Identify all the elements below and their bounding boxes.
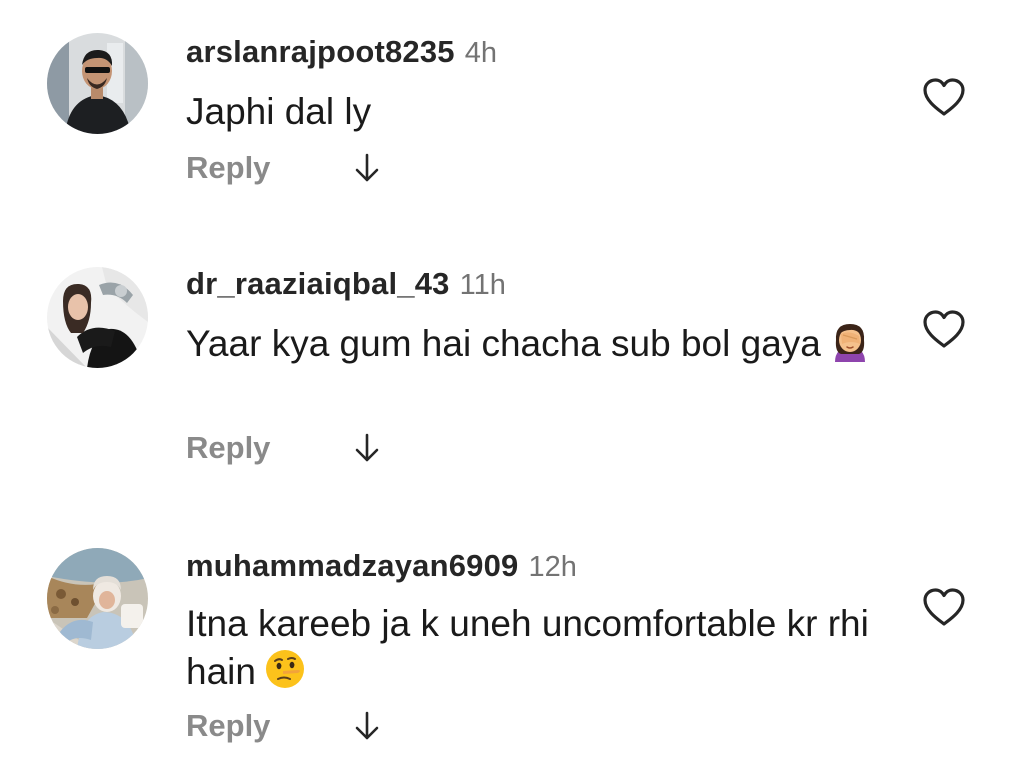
username[interactable]: dr_raaziaiqbal_43 bbox=[186, 266, 450, 301]
avatar[interactable] bbox=[47, 267, 148, 368]
heart-outline-icon[interactable] bbox=[921, 76, 967, 118]
heart-outline-icon[interactable] bbox=[921, 586, 967, 628]
reply-button[interactable]: Reply bbox=[186, 708, 270, 743]
lying-face-emoji bbox=[265, 650, 304, 688]
woman-facepalming-emoji bbox=[834, 324, 865, 362]
comment-item: muhammadzayan6909 12h Itna kareeb ja k un… bbox=[0, 510, 1024, 768]
arrow-down-icon[interactable] bbox=[354, 152, 380, 184]
username[interactable]: arslanrajpoot8235 bbox=[186, 34, 455, 69]
comment-item: dr_raaziaiqbal_43 11h Yaar kya gum hai ch… bbox=[0, 250, 1024, 510]
comment-text: Japhi dal ly bbox=[186, 88, 886, 136]
heart-outline-icon[interactable] bbox=[921, 308, 967, 350]
comment-text-content: Japhi dal ly bbox=[186, 91, 372, 132]
comment-item: arslanrajpoot8235 4h Japhi dal ly Reply bbox=[0, 0, 1024, 250]
reply-button[interactable]: Reply bbox=[186, 430, 270, 465]
avatar[interactable] bbox=[47, 548, 148, 649]
arrow-down-icon[interactable] bbox=[354, 432, 380, 464]
reply-button[interactable]: Reply bbox=[186, 150, 270, 185]
comment-header: arslanrajpoot8235 4h bbox=[186, 36, 497, 68]
comment-text: Yaar kya gum hai chacha sub bol gaya bbox=[186, 320, 886, 368]
comment-header: dr_raaziaiqbal_43 11h bbox=[186, 268, 506, 300]
timestamp: 11h bbox=[459, 269, 506, 301]
comment-text-content: Yaar kya gum hai chacha sub bol gaya bbox=[186, 323, 821, 364]
arrow-down-icon[interactable] bbox=[354, 710, 380, 742]
comment-text: Itna kareeb ja k uneh uncomfortable kr r… bbox=[186, 600, 886, 696]
comment-actions: Reply bbox=[186, 430, 379, 466]
username[interactable]: muhammadzayan6909 bbox=[186, 548, 519, 583]
comment-header: muhammadzayan6909 12h bbox=[186, 550, 577, 582]
avatar[interactable] bbox=[47, 33, 148, 134]
comment-actions: Reply bbox=[186, 708, 379, 744]
comment-actions: Reply bbox=[186, 150, 379, 186]
timestamp: 12h bbox=[528, 551, 577, 583]
timestamp: 4h bbox=[464, 37, 498, 69]
